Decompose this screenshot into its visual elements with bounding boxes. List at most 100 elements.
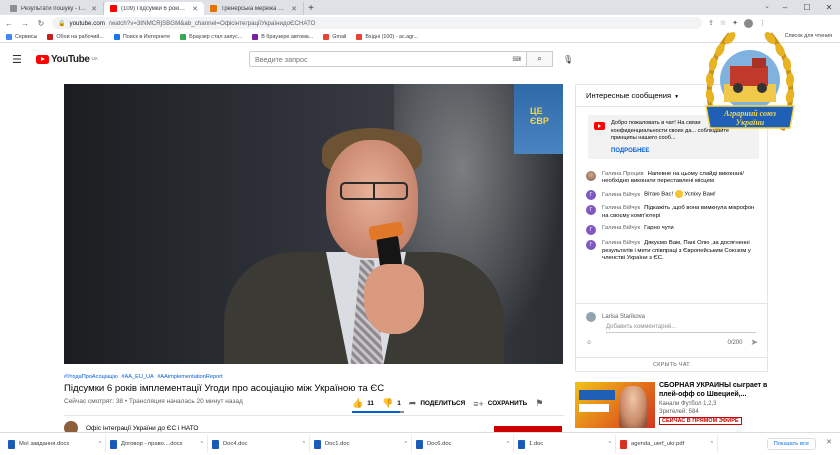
bookmark-label: Поиск в Интернете (122, 33, 171, 40)
download-item[interactable]: Doc1.doc ^ (310, 435, 412, 453)
gmail-favicon-icon (323, 33, 330, 40)
hashtag-link[interactable]: #AA_EU_UA (121, 374, 153, 380)
user-avatar[interactable] (586, 170, 596, 181)
microphone-icon[interactable]: 🎙 (563, 55, 573, 64)
bookmark-item[interactable]: Вхідні (100) - ac.agr... (356, 33, 418, 40)
search-button[interactable]: ⌕ (527, 51, 553, 67)
user-avatar[interactable]: Г (586, 240, 596, 251)
message-author[interactable]: Галина Бійчук (602, 205, 640, 211)
save-button[interactable]: ≡+ СОХРАНИТЬ (473, 399, 527, 409)
show-all-downloads-button[interactable]: Показать все (766, 438, 816, 450)
chat-message: Г Галина Бійчук Підкажіть ,щоб вона вимкн… (586, 205, 757, 220)
download-filename: Doc4.doc (223, 441, 248, 447)
divider (64, 415, 564, 416)
minimize-icon[interactable]: – (774, 0, 796, 15)
recommended-video[interactable]: СБОРНАЯ УКРАИНЫ сыграет в плей-офф со Шв… (575, 382, 775, 432)
chevron-up-icon[interactable]: ^ (201, 441, 203, 447)
chevron-up-icon[interactable]: ^ (507, 441, 509, 447)
video-player[interactable]: ЦЕ ЄВР (64, 84, 563, 364)
bookmark-item[interactable]: Браузер стал запус... (180, 33, 242, 40)
youtube-play-icon (36, 54, 49, 64)
chat-comment-input[interactable]: Добавить комментарий... (606, 324, 756, 333)
address-bar[interactable]: 🔒 youtube.com/watch?v=3tNMCRjSBGM&ab_cha… (52, 17, 702, 29)
user-avatar[interactable]: Г (586, 205, 596, 216)
chat-input-right: 0/200 ➤ (727, 337, 758, 348)
download-item[interactable]: 1.doc ^ (514, 435, 616, 453)
bookmark-item[interactable]: В браузере автома... (252, 33, 313, 40)
close-tab-icon[interactable]: ✕ (291, 5, 297, 13)
back-icon[interactable]: ← (4, 19, 14, 28)
hide-chat-button[interactable]: СКРЫТЬ ЧАТ (576, 357, 767, 372)
recommended-thumbnail[interactable] (575, 382, 655, 428)
send-icon[interactable]: ➤ (750, 337, 758, 348)
search-bar: Введите запрос ⌨ ⌕ 🎙 (249, 51, 573, 67)
close-downloads-icon[interactable]: ✕ (826, 438, 832, 446)
tab-search-icon[interactable]: ⌄ (764, 2, 770, 10)
message-author[interactable]: Галина Процив (602, 171, 644, 177)
user-avatar[interactable]: Г (586, 190, 596, 201)
recommended-title[interactable]: СБОРНАЯ УКРАИНЫ сыграет в плей-офф со Шв… (659, 382, 775, 399)
message-author[interactable]: Галина Бійчук (602, 240, 640, 246)
char-counter: 0/200 (727, 339, 743, 346)
thumbs-up-icon: 👍 (352, 398, 364, 408)
download-item[interactable]: Договор - право....docx ^ (106, 435, 208, 453)
apps-grid-icon (6, 33, 12, 40)
search-input[interactable]: Введите запрос ⌨ (249, 51, 527, 67)
bookmark-label: Сервисы (15, 33, 38, 40)
bookmark-item[interactable]: Обои на рабочий... (47, 33, 104, 40)
dislike-button[interactable]: 👎 1 (382, 398, 401, 409)
bookmark-item[interactable]: Gmail (323, 33, 347, 40)
learn-more-link[interactable]: ПОДРОБНЕЕ (611, 148, 753, 154)
maximize-icon[interactable]: ☐ (796, 0, 818, 15)
bookmark-item[interactable]: Сервисы (6, 33, 38, 40)
youtube-logo[interactable]: YouTube UA (36, 54, 98, 65)
forward-icon[interactable]: → (20, 19, 30, 28)
tab-title: Результати пошуку - larisa.starikova@... (21, 5, 87, 12)
download-item[interactable]: Doc4.doc ^ (208, 435, 310, 453)
close-tab-icon[interactable]: ✕ (91, 5, 97, 13)
close-window-icon[interactable]: ✕ (818, 0, 840, 15)
hashtags: #УгодаПроАсоціацію #AA_EU_UA #AAimplemen… (64, 374, 225, 380)
chevron-up-icon[interactable]: ^ (99, 441, 101, 447)
browser-tab-search-results[interactable]: Результати пошуку - larisa.starikova@...… (4, 2, 104, 15)
message-author[interactable]: Галина Бійчук (602, 192, 640, 198)
my-avatar (586, 312, 596, 322)
bookmark-label: Gmail (332, 33, 347, 40)
chevron-up-icon[interactable]: ^ (711, 441, 713, 447)
browser-tab-youtube[interactable]: (109) Підсумки 6 років імплементації... … (104, 2, 204, 15)
download-item[interactable]: agenda_uerf_ukr.pdf ^ (616, 435, 718, 453)
keyboard-icon[interactable]: ⌨ (512, 56, 521, 63)
recommended-channel[interactable]: Канали Футбол 1,2,3 (659, 401, 716, 407)
chevron-up-icon[interactable]: ^ (303, 441, 305, 447)
emoji-picker-icon[interactable]: ☺ (586, 340, 592, 346)
download-filename: Мої завдання.docx (19, 441, 70, 447)
like-button[interactable]: 👍 11 (352, 398, 374, 409)
word-doc-icon (518, 439, 525, 449)
message-author[interactable]: Галина Бійчук (602, 225, 640, 231)
chat-message: Г Галина Бійчук Гарно чути (586, 225, 757, 236)
chat-mode-dropdown[interactable]: Интересные сообщения ▼ (586, 91, 679, 100)
share-button[interactable]: ➦ ПОДЕЛИТЬСЯ (409, 398, 465, 409)
combine-harvester-icon (730, 66, 768, 86)
menu-hamburger-icon[interactable]: ☰ (12, 53, 26, 66)
lock-icon[interactable]: 🔒 (58, 20, 65, 27)
reload-icon[interactable]: ↻ (36, 19, 46, 28)
user-avatar[interactable]: Г (586, 225, 596, 236)
hashtag-link[interactable]: #AAimplementationReport (157, 374, 222, 380)
url-path: /watch?v=3tNMCRjSBGM&ab_channel=Офісінте… (108, 19, 316, 27)
bookmark-item[interactable]: Поиск в Интернете (113, 33, 171, 40)
report-button[interactable]: ⚑ (535, 398, 543, 409)
word-doc-icon (212, 439, 219, 449)
speaker-hand (364, 264, 424, 334)
thumbnail-graphic (579, 390, 615, 400)
download-filename: agenda_uerf_ukr.pdf (631, 441, 685, 447)
close-tab-icon[interactable]: ✕ (192, 5, 198, 13)
chevron-up-icon[interactable]: ^ (405, 441, 407, 447)
browser-tab-trainers[interactable]: Тренерська мережа К2К ✕ (204, 2, 304, 15)
download-item[interactable]: Мої завдання.docx ^ (4, 435, 106, 453)
hashtag-link[interactable]: #УгодаПроАсоціацію (64, 374, 118, 380)
new-tab-button[interactable]: + (304, 2, 318, 15)
download-item[interactable]: Doc6.doc ^ (412, 435, 514, 453)
channel-name[interactable]: Офіс інтеграції України до ЄС і НАТО (86, 425, 198, 432)
chevron-up-icon[interactable]: ^ (609, 441, 611, 447)
